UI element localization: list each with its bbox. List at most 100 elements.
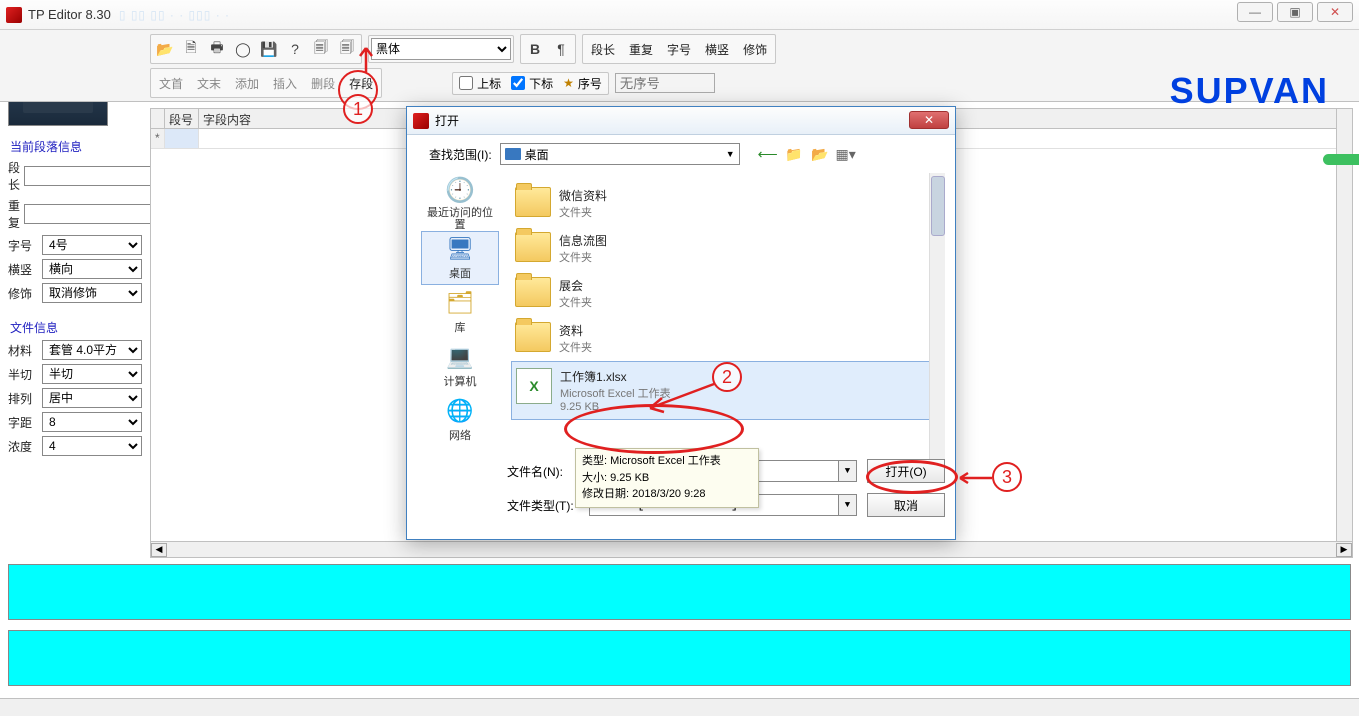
density-label: 浓度 — [8, 438, 38, 455]
file-item-excel[interactable]: X 工作簿1.xlsx Microsoft Excel 工作表 9.25 KB — [511, 361, 937, 420]
fontsize-select[interactable]: 4号 — [42, 235, 142, 255]
folder-icon — [515, 277, 551, 307]
save-icon[interactable]: 💾 — [257, 37, 281, 61]
sequence-check[interactable]: ★ 序号 — [559, 75, 606, 92]
help-icon[interactable]: ? — [283, 37, 307, 61]
lookin-select[interactable]: 桌面 ▼ — [500, 143, 740, 165]
minimize-button[interactable]: — — [1237, 2, 1273, 22]
decor-label: 修饰 — [8, 285, 38, 302]
preview-area — [8, 564, 1351, 694]
up-icon[interactable]: 📁 — [784, 145, 804, 163]
back-icon[interactable]: ⟵ — [758, 145, 778, 163]
fontsize-label: 字号 — [8, 237, 38, 254]
orient-label: 横竖 — [8, 261, 38, 278]
add-button[interactable]: 添加 — [229, 71, 265, 95]
seglen-label: 段长 — [8, 159, 20, 193]
folder-item[interactable]: 展会 文件夹 — [511, 271, 937, 316]
newfolder-icon[interactable]: 📂 — [810, 145, 830, 163]
horizontal-scrollbar[interactable]: ◀▶ — [151, 541, 1352, 557]
desktop-icon — [505, 148, 521, 160]
open-button[interactable]: 打开(O) — [867, 459, 945, 483]
lookin-value: 桌面 — [525, 146, 549, 163]
preview-strip-2 — [8, 630, 1351, 686]
fontsize-button[interactable]: 字号 — [661, 37, 697, 61]
superscript-label: 上标 — [477, 75, 501, 92]
folder-item[interactable]: 信息流图 文件夹 — [511, 226, 937, 271]
last-button[interactable]: 文末 — [191, 71, 227, 95]
folder-item[interactable]: 资料 文件夹 — [511, 316, 937, 361]
superscript-check[interactable]: 上标 — [455, 75, 505, 92]
filetype-label: 文件类型(T): — [507, 497, 579, 514]
decor-select[interactable]: 取消修饰 — [42, 283, 142, 303]
side-badge — [1323, 154, 1359, 165]
delete-button[interactable]: 删段 — [305, 71, 341, 95]
subscript-label: 下标 — [529, 75, 553, 92]
repeat-button[interactable]: 重复 — [623, 37, 659, 61]
font-select[interactable]: 黑体 — [371, 38, 511, 60]
sidebar-computer[interactable]: 💻 计算机 — [421, 339, 499, 393]
open-icon[interactable]: 📂 — [153, 37, 177, 61]
seglen-button[interactable]: 段长 — [585, 37, 621, 61]
paragraph-button[interactable]: ¶ — [549, 37, 573, 61]
repeat-label: 重复 — [8, 197, 20, 231]
first-button[interactable]: 文首 — [153, 71, 189, 95]
row-marker: * — [151, 129, 165, 149]
halfcut-label: 半切 — [8, 366, 38, 383]
save-seg-button[interactable]: 存段 — [343, 71, 379, 95]
preview-strip-1 — [8, 564, 1351, 620]
window-title: TP Editor 8.30 — [28, 7, 111, 22]
bold-button[interactable]: B — [523, 37, 547, 61]
material-label: 材料 — [8, 342, 38, 359]
para-section-title: 当前段落信息 — [8, 134, 142, 159]
sidebar-desktop[interactable]: 🖥 桌面 — [421, 231, 499, 285]
filename-label: 文件名(N): — [507, 463, 579, 480]
file-tooltip: 类型: Microsoft Excel 工作表 大小: 9.25 KB 修改日期… — [575, 448, 759, 508]
new-icon[interactable]: 🗎 — [179, 37, 203, 61]
spacing-label: 字距 — [8, 414, 38, 431]
stop-icon[interactable]: ◯ — [231, 37, 255, 61]
spacing-select[interactable]: 8 — [42, 412, 142, 432]
close-button[interactable]: ✕ — [1317, 2, 1353, 22]
decor-button[interactable]: 修饰 — [737, 37, 773, 61]
orient-select[interactable]: 横向 — [42, 259, 142, 279]
lookin-label: 查找范围(I): — [429, 146, 492, 163]
sequence-label: 序号 — [578, 75, 602, 92]
insert-button[interactable]: 插入 — [267, 71, 303, 95]
view-icon[interactable]: ▦▾ — [836, 145, 856, 163]
vertical-scrollbar[interactable] — [1336, 109, 1352, 541]
dialog-sidebar: 🕘 最近访问的位置 🖥 桌面 🗂 库 💻 计算机 🌐 网络 — [417, 173, 503, 459]
file-section-title: 文件信息 — [8, 315, 142, 340]
maximize-button[interactable]: ▣ — [1277, 2, 1313, 22]
material-select[interactable]: 套管 4.0平方 — [42, 340, 142, 360]
folder-item[interactable]: 微信资料 文件夹 — [511, 181, 937, 226]
excel-icon: X — [516, 368, 552, 404]
app-icon — [6, 7, 22, 23]
sidebar-recent[interactable]: 🕘 最近访问的位置 — [421, 177, 499, 231]
folder-icon — [515, 322, 551, 352]
import-icon[interactable]: 🗐 — [309, 37, 333, 61]
cancel-button[interactable]: 取消 — [867, 493, 945, 517]
subscript-checkbox[interactable] — [511, 76, 525, 90]
superscript-checkbox[interactable] — [459, 76, 473, 90]
orient-button[interactable]: 横竖 — [699, 37, 735, 61]
print-icon[interactable]: 🖶 — [205, 37, 229, 61]
window-titlebar: TP Editor 8.30 ▯ ▯▯ ▯▯ · · ▯▯▯ · · — ▣ ✕ — [0, 0, 1359, 30]
brand-logo: SUPVAN — [1170, 70, 1329, 112]
subscript-check[interactable]: 下标 — [507, 75, 557, 92]
density-select[interactable]: 4 — [42, 436, 142, 456]
dialog-title: 打开 — [435, 112, 459, 129]
dialog-close-button[interactable]: ✕ — [909, 111, 949, 129]
sequence-input[interactable] — [615, 73, 715, 93]
col-segnum: 段号 — [165, 109, 199, 128]
export-icon[interactable]: 🗐 — [335, 37, 359, 61]
halfcut-select[interactable]: 半切 — [42, 364, 142, 384]
folder-icon — [515, 232, 551, 262]
sidebar-network[interactable]: 🌐 网络 — [421, 393, 499, 447]
left-panel: 当前段落信息 段长 重复 字号4号 横竖横向 修饰取消修饰 文件信息 材料套管 … — [8, 134, 142, 468]
dialog-titlebar: 打开 ✕ — [407, 107, 955, 135]
align-select[interactable]: 居中 — [42, 388, 142, 408]
sidebar-libraries[interactable]: 🗂 库 — [421, 285, 499, 339]
toolbar-area: 📂 🗎 🖶 ◯ 💾 ? 🗐 🗐 黑体 B ¶ 段长 重复 字号 横竖 修饰 — [0, 30, 1359, 102]
filelist-scrollbar[interactable] — [929, 173, 945, 459]
file-list: 微信资料 文件夹 信息流图 文件夹 展会 文件夹 — [503, 173, 945, 459]
